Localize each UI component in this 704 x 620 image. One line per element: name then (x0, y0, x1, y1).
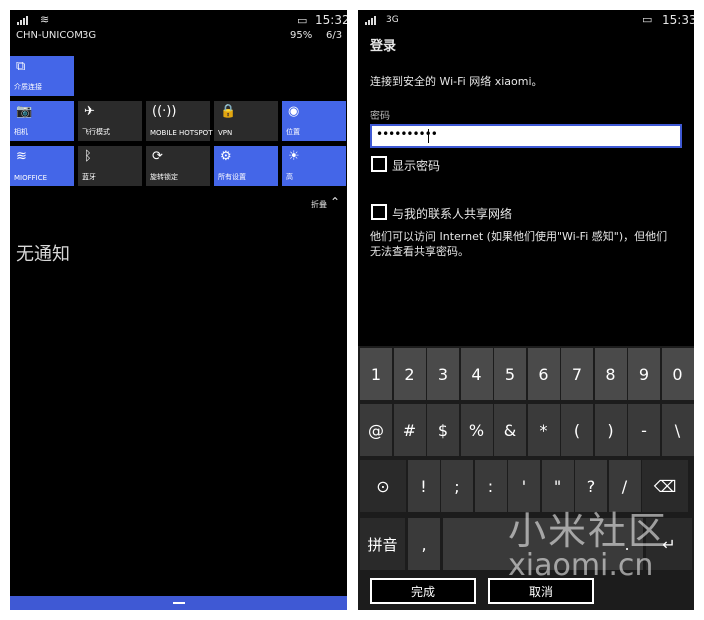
on-screen-keyboard: 1234567890 @ # $% & *() - \ ⊙!;: ' "? / ⌫ 拼音 , . ↵… (358, 346, 694, 610)
share-description-line1: 他们可以访问 Internet (如果他们使用"Wi-Fi 感知")，但他们 (370, 230, 668, 243)
settings-icon: ⚙ (220, 149, 232, 164)
wifi-login-screen: 3G ▭ 15:33 登录 连接到安全的 Wi-Fi 网络 xiaomi。 密码… (358, 10, 694, 610)
no-notifications-text: 无通知 (16, 244, 70, 265)
key-8[interactable]: - (628, 404, 660, 456)
share-description-line2: 无法查看共享密码。 (370, 245, 469, 258)
password-field[interactable]: •••••••••• (370, 124, 682, 148)
show-password-checkbox[interactable] (371, 156, 387, 172)
key-8[interactable]: 9 (628, 348, 660, 400)
carrier-name: CHN-UNICOM (16, 30, 83, 41)
quick-action-tile[interactable]: 🔒 VPN (214, 101, 278, 141)
tile-label: 所有设置 (218, 173, 246, 181)
page-title: 登录 (370, 39, 397, 54)
quick-action-tile[interactable]: ✈ 飞行模式 (78, 101, 142, 141)
status-date: 6/3 (326, 30, 343, 41)
chevron-up-icon[interactable]: ⌃ (330, 195, 340, 209)
camera-icon: 📷 (16, 104, 33, 119)
quick-action-tile[interactable]: 📷 相机 (10, 101, 74, 141)
key-2[interactable]: ; (441, 460, 473, 512)
quick-action-tile[interactable]: ⚙ 所有设置 (214, 146, 278, 186)
tile-label: 旋转锁定 (150, 173, 178, 181)
pinyin-key[interactable]: 拼音 (360, 518, 405, 570)
key-7[interactable]: ) (594, 404, 627, 456)
tile-label: MIOFFICE (14, 174, 48, 182)
tile-label: MOBILE HOTSPOT (150, 129, 213, 137)
collapse-label[interactable]: 折叠 (311, 199, 327, 210)
bluetooth-icon: ᛒ (84, 149, 92, 164)
key-5[interactable]: " (541, 460, 574, 512)
key-2[interactable]: $ (427, 404, 459, 456)
tile-label: 位置 (286, 128, 300, 136)
password-label: 密码 (370, 111, 390, 122)
key-9[interactable]: 0 (661, 348, 694, 400)
network-type: 3G (82, 30, 97, 41)
media-connect-icon: ⧉ (16, 59, 26, 74)
battery-icon: ▭ (642, 13, 653, 26)
share-network-checkbox[interactable] (371, 204, 387, 220)
key-7[interactable]: 8 (594, 348, 627, 400)
quick-action-media-connect[interactable]: ⧉ 介质连接 (10, 56, 74, 96)
key-1[interactable]: # (393, 404, 426, 456)
lock-icon: 🔒 (220, 104, 237, 119)
status-time: 15:33 (662, 13, 694, 27)
tile-label: VPN (218, 129, 233, 137)
hotspot-icon: ((·)) (152, 104, 177, 119)
key-0[interactable]: @ (360, 404, 392, 456)
key-3[interactable]: : (474, 460, 507, 512)
key-1[interactable]: ! (407, 460, 440, 512)
quick-action-tile[interactable]: ᛒ 蓝牙 (78, 146, 142, 186)
key-9[interactable]: \ (661, 404, 694, 456)
status-time: 15:32 (315, 13, 347, 27)
quick-action-tile[interactable]: ⟳ 旋转锁定 (146, 146, 210, 186)
share-network-label: 与我的联系人共享网络 (392, 207, 513, 221)
key-5[interactable]: 6 (527, 348, 560, 400)
quick-action-tile[interactable]: ((·)) MOBILE HOTSPOT (146, 101, 213, 141)
comma-key[interactable]: , (408, 518, 440, 570)
quick-action-tile[interactable]: ☀ 高 (282, 146, 346, 186)
key-0[interactable]: ⊙ (360, 460, 406, 512)
network-type: 3G (386, 15, 399, 25)
tile-label: 相机 (14, 128, 28, 136)
key-4[interactable]: 5 (494, 348, 526, 400)
wifi-status-icon: ≋ (40, 13, 50, 26)
tile-label: 高 (286, 173, 293, 181)
key-6[interactable]: 7 (561, 348, 593, 400)
key-6[interactable]: ( (561, 404, 593, 456)
key-7[interactable]: / (608, 460, 641, 512)
key-4[interactable]: ' (508, 460, 540, 512)
quick-action-tile[interactable]: ◉ 位置 (282, 101, 346, 141)
cancel-button[interactable]: 取消 (488, 578, 594, 604)
battery-charging-icon: ▭ (297, 14, 308, 27)
period-key[interactable]: . (611, 518, 643, 570)
key-8[interactable]: ⌫ (642, 460, 688, 512)
action-center-screen: ≋ ▭ 15:32 CHN-UNICOM 3G 95% 6/3 ⧉ 介质连接 📷… (10, 10, 347, 610)
connect-text: 连接到安全的 Wi-Fi 网络 xiaomi。 (370, 75, 543, 88)
tile-label: 蓝牙 (82, 173, 96, 181)
location-icon: ◉ (288, 104, 300, 119)
rotation-lock-icon: ⟳ (152, 149, 163, 164)
nav-handle[interactable] (173, 602, 185, 604)
navigation-bar[interactable] (10, 596, 347, 610)
key-3[interactable]: % (460, 404, 493, 456)
text-cursor (428, 129, 429, 143)
key-1[interactable]: 2 (393, 348, 426, 400)
tile-label: 介质连接 (14, 83, 42, 91)
done-button[interactable]: 完成 (370, 578, 476, 604)
tile-label: 飞行模式 (82, 128, 110, 136)
key-0[interactable]: 1 (360, 348, 392, 400)
key-4[interactable]: & (494, 404, 526, 456)
signal-strength-icon (365, 16, 376, 25)
key-5[interactable]: * (527, 404, 560, 456)
show-password-label: 显示密码 (392, 159, 441, 173)
wifi-icon: ≋ (16, 149, 27, 164)
key-2[interactable]: 3 (427, 348, 459, 400)
airplane-icon: ✈ (84, 104, 95, 119)
key-6[interactable]: ? (575, 460, 607, 512)
signal-strength-icon (17, 16, 28, 25)
battery-percent: 95% (290, 30, 313, 41)
key-3[interactable]: 4 (460, 348, 493, 400)
quick-action-tile[interactable]: ≋ MIOFFICE (10, 146, 74, 186)
brightness-icon: ☀ (288, 149, 300, 164)
enter-key[interactable]: ↵ (646, 518, 692, 570)
